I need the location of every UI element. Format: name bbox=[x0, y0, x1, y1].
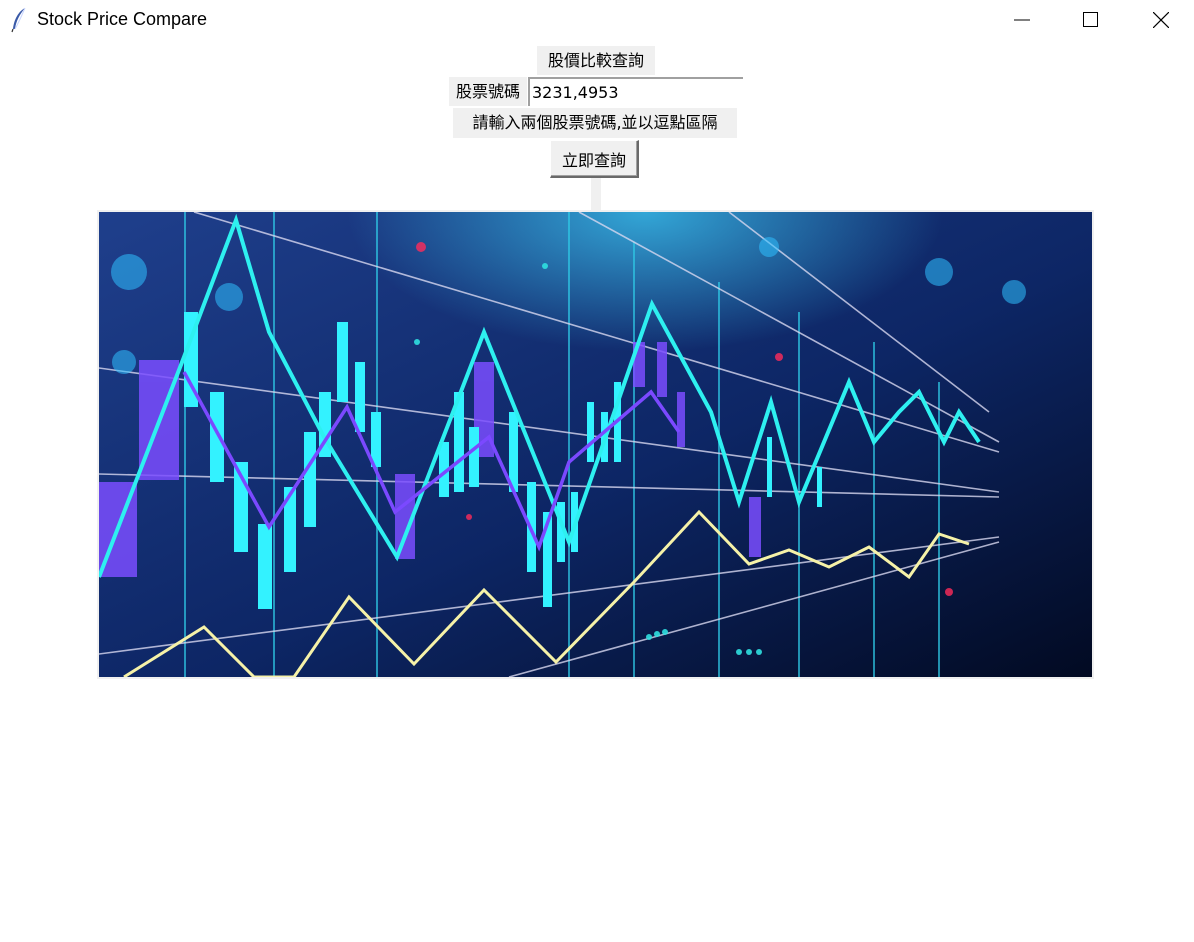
maximize-icon bbox=[1083, 12, 1098, 27]
stock-number-label: 股票號碼 bbox=[449, 77, 527, 106]
title-bar: Stock Price Compare bbox=[0, 0, 1194, 40]
window-title: Stock Price Compare bbox=[37, 9, 208, 29]
query-button[interactable]: 立即查詢 bbox=[550, 140, 639, 178]
banner-image-frame bbox=[97, 210, 1094, 679]
form-heading: 股價比較查詢 bbox=[537, 46, 655, 75]
stock-number-input[interactable] bbox=[528, 77, 743, 106]
close-icon bbox=[1153, 12, 1169, 28]
stock-chart-banner bbox=[99, 212, 1092, 677]
minimize-icon bbox=[1014, 19, 1030, 21]
minimize-button[interactable] bbox=[992, 0, 1052, 40]
maximize-button[interactable] bbox=[1061, 0, 1121, 40]
separator bbox=[591, 178, 601, 210]
input-hint: 請輸入兩個股票號碼,並以逗點區隔 bbox=[453, 108, 737, 138]
feather-icon bbox=[11, 7, 26, 33]
close-button[interactable] bbox=[1131, 0, 1191, 40]
